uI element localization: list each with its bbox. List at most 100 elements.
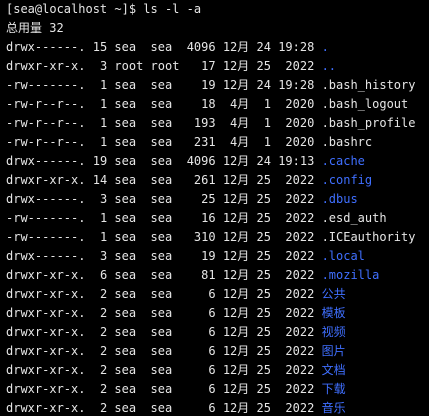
- sep: [216, 40, 223, 54]
- list-item: drwx------. 15 sea sea 4096 12月 24 19:28…: [6, 38, 429, 57]
- link-count: 2: [92, 287, 108, 301]
- group: sea: [150, 306, 180, 320]
- link-count: 6: [92, 268, 108, 282]
- sep: [249, 40, 256, 54]
- list-item: -rw-------. 1 sea sea 19 12月 24 19:28 .b…: [6, 76, 429, 95]
- day: 25: [256, 230, 271, 244]
- time: 2020: [278, 97, 315, 111]
- directory-name[interactable]: 下载: [322, 382, 346, 396]
- time: 2022: [278, 59, 315, 73]
- group: sea: [150, 401, 180, 415]
- directory-name[interactable]: .local: [322, 249, 365, 263]
- directory-name[interactable]: .mozilla: [322, 268, 380, 282]
- sep: [216, 249, 223, 263]
- directory-name[interactable]: 音乐: [322, 401, 346, 415]
- directory-name[interactable]: 文档: [322, 363, 346, 377]
- permissions: drwx------.: [6, 192, 86, 206]
- sep: [143, 287, 150, 301]
- group: sea: [150, 249, 180, 263]
- file-name[interactable]: .ICEauthority: [322, 230, 416, 244]
- directory-name[interactable]: .cache: [322, 154, 365, 168]
- list-item: drwxr-xr-x. 2 sea sea 6 12月 25 2022 视频: [6, 323, 429, 342]
- time: 19:28: [278, 78, 315, 92]
- sep: [249, 382, 256, 396]
- sep: [216, 268, 223, 282]
- time: 2022: [278, 363, 315, 377]
- list-item: -rw-------. 1 sea sea 310 12月 25 2022 .I…: [6, 228, 429, 247]
- sep: [216, 363, 223, 377]
- group: sea: [150, 116, 180, 130]
- month: 4月: [222, 97, 250, 111]
- owner: sea: [114, 287, 144, 301]
- file-size: 6: [186, 287, 216, 301]
- sep: [85, 192, 92, 206]
- directory-name[interactable]: ..: [322, 59, 336, 73]
- directory-name[interactable]: 模板: [322, 306, 346, 320]
- file-size: 81: [186, 268, 216, 282]
- sep: [216, 59, 223, 73]
- group: sea: [150, 192, 180, 206]
- sep: [314, 78, 321, 92]
- time: 2022: [278, 230, 315, 244]
- time: 2022: [278, 344, 315, 358]
- month: 4月: [222, 135, 250, 149]
- list-item: drwx------. 3 sea sea 19 12月 25 2022 .lo…: [6, 247, 429, 266]
- directory-name[interactable]: 图片: [322, 344, 346, 358]
- directory-name[interactable]: 公共: [322, 287, 346, 301]
- sep: [314, 363, 321, 377]
- sep: [249, 173, 256, 187]
- month: 12月: [222, 363, 250, 377]
- link-count: 1: [92, 97, 108, 111]
- day: 25: [256, 401, 271, 415]
- sep: [179, 154, 186, 168]
- month: 12月: [222, 192, 250, 206]
- link-count: 1: [92, 78, 108, 92]
- group: sea: [150, 268, 180, 282]
- file-name[interactable]: .bash_logout: [322, 97, 409, 111]
- sep: [179, 135, 186, 149]
- month: 12月: [222, 382, 250, 396]
- file-name[interactable]: .esd_auth: [322, 211, 387, 225]
- sep: [85, 40, 92, 54]
- sep: [216, 173, 223, 187]
- sep: [249, 363, 256, 377]
- owner: sea: [114, 40, 144, 54]
- sep: [179, 363, 186, 377]
- month: 12月: [222, 211, 250, 225]
- day: 25: [256, 192, 271, 206]
- sep: [216, 154, 223, 168]
- permissions: drwxr-xr-x.: [6, 344, 86, 358]
- link-count: 2: [92, 306, 108, 320]
- link-count: 1: [92, 116, 108, 130]
- directory-name[interactable]: .: [322, 40, 329, 54]
- file-name[interactable]: .bash_history: [322, 78, 416, 92]
- permissions: -rw-r--r--.: [6, 135, 86, 149]
- sep: [179, 59, 186, 73]
- sep: [179, 192, 186, 206]
- file-name[interactable]: .bashrc: [322, 135, 373, 149]
- month: 12月: [222, 287, 250, 301]
- owner: sea: [114, 401, 144, 415]
- sep: [216, 135, 223, 149]
- day: 25: [256, 211, 271, 225]
- sep: [143, 382, 150, 396]
- owner: sea: [114, 344, 144, 358]
- command-prompt-line: [sea@localhost ~]$ ls -l -a: [6, 2, 202, 16]
- sep: [216, 78, 223, 92]
- directory-name[interactable]: .config: [322, 173, 373, 187]
- day: 25: [256, 287, 271, 301]
- owner: sea: [114, 154, 144, 168]
- list-item: drwxr-xr-x. 3 root root 17 12月 25 2022 .…: [6, 57, 429, 76]
- owner: sea: [114, 116, 144, 130]
- list-item: -rw-------. 1 sea sea 16 12月 25 2022 .es…: [6, 209, 429, 228]
- month: 12月: [222, 40, 250, 54]
- owner: sea: [114, 97, 144, 111]
- file-name[interactable]: .bash_profile: [322, 116, 416, 130]
- sep: [314, 249, 321, 263]
- directory-name[interactable]: .dbus: [322, 192, 358, 206]
- terminal-window[interactable]: [sea@localhost ~]$ ls -l -a 总用量 32 drwx-…: [0, 0, 429, 416]
- directory-name[interactable]: 视频: [322, 325, 346, 339]
- time: 19:28: [278, 40, 315, 54]
- list-item: drwxr-xr-x. 6 sea sea 81 12月 25 2022 .mo…: [6, 266, 429, 285]
- time: 2022: [278, 325, 315, 339]
